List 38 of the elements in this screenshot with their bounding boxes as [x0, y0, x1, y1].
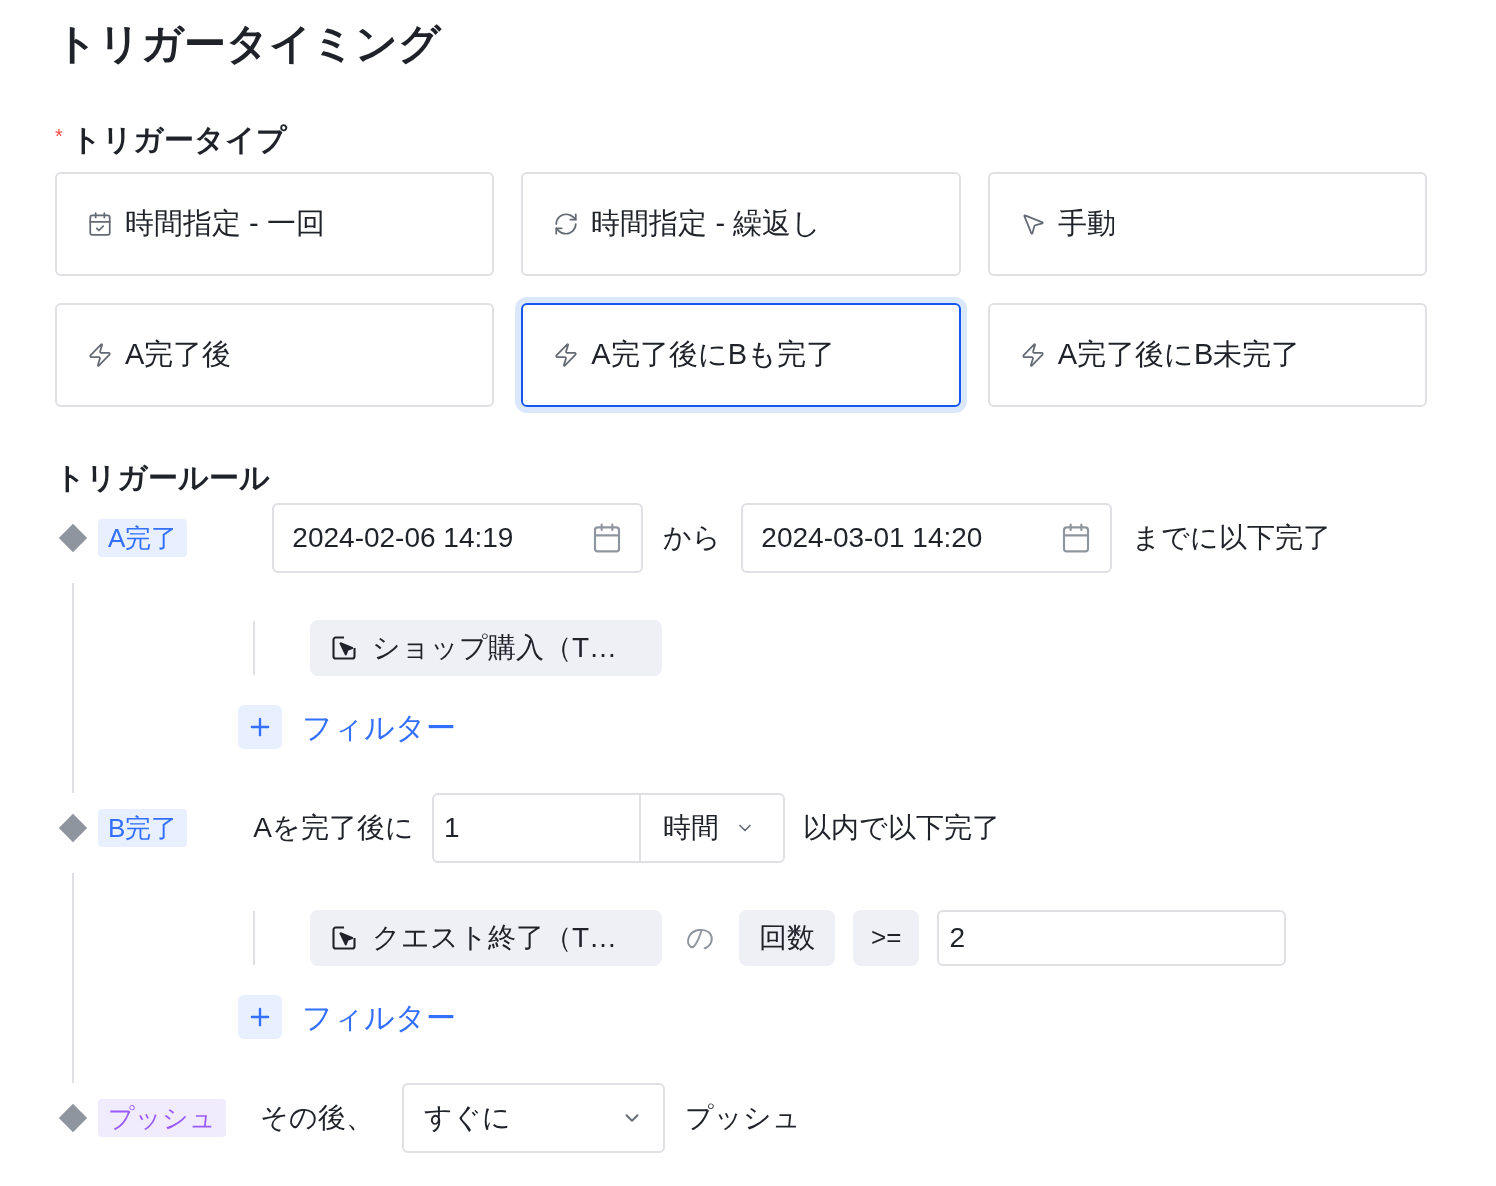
add-filter-button[interactable]: [238, 995, 282, 1039]
event-chip[interactable]: クエスト終了（T…: [310, 909, 662, 966]
section-label: トリガータイプ: [70, 121, 287, 158]
event-chip[interactable]: ショップ購入（T…: [310, 619, 662, 676]
cursor-square-icon: [330, 923, 358, 952]
section-label: トリガールール: [55, 460, 271, 496]
rule-text: までに以下完了: [1132, 520, 1332, 555]
lightning-icon: [87, 342, 113, 368]
page-title: トリガータイミング: [55, 19, 443, 69]
trigger-type-card[interactable]: A完了後にB未完了: [987, 303, 1427, 407]
value-field[interactable]: 2: [937, 909, 1287, 966]
rule-text: 以内で以下完了: [803, 810, 1001, 845]
calendar-check-icon: [87, 211, 113, 237]
trigger-type-card[interactable]: 手動: [987, 172, 1427, 276]
rule-text: その後、: [260, 1100, 374, 1135]
step-tag: B完了: [98, 808, 188, 847]
refresh-icon: [553, 211, 580, 237]
step-tag: A完了: [98, 518, 188, 557]
filter-link[interactable]: フィルター: [302, 994, 456, 1040]
trigger-type-card[interactable]: 時間指定 - 繰返し: [521, 172, 961, 276]
connector-text: から: [663, 520, 722, 555]
date-field[interactable]: 2024-02-06 14:19: [272, 502, 644, 573]
trigger-type-card[interactable]: 時間指定 - 一回: [55, 172, 495, 276]
filter-link[interactable]: フィルター: [302, 704, 456, 750]
lightning-icon: [553, 342, 580, 368]
add-filter-button[interactable]: [238, 705, 282, 749]
required-mark: *: [55, 123, 63, 149]
timing-select[interactable]: すぐに: [402, 1082, 665, 1153]
rule-text: プッシュ: [685, 1100, 801, 1135]
operator-chip[interactable]: >=: [853, 909, 920, 966]
cursor-square-icon: [330, 633, 358, 662]
connector-text: の: [686, 920, 715, 955]
metric-chip[interactable]: 回数: [739, 909, 835, 966]
rule-text: Aを完了後に: [253, 810, 415, 845]
step-tag: プッシュ: [98, 1098, 226, 1137]
trigger-type-card[interactable]: A完了後: [55, 303, 495, 407]
lightning-icon: [1019, 342, 1046, 368]
date-field[interactable]: 2024-03-01 14:20: [741, 502, 1113, 573]
